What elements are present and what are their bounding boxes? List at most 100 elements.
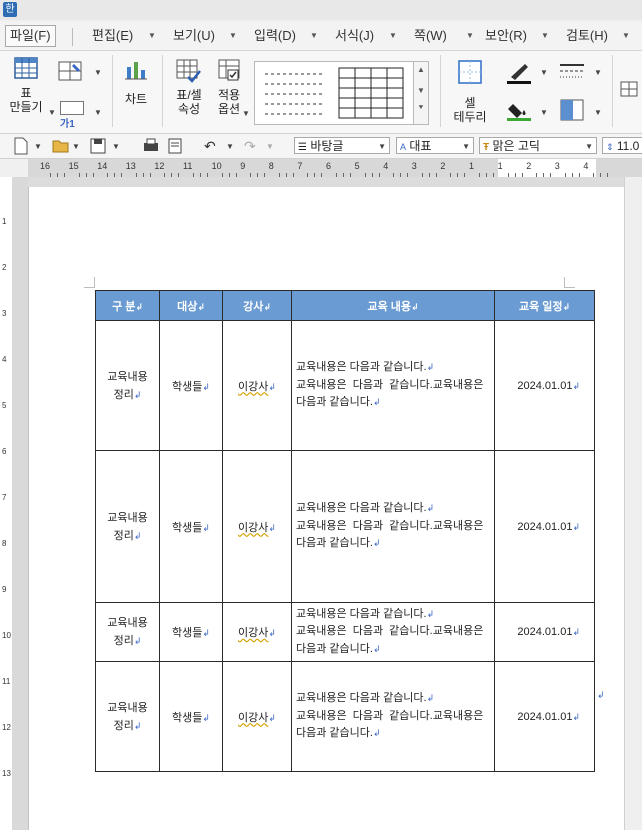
chevron-down-icon[interactable]: ▼ [94, 108, 102, 117]
style-icon: ☰ [298, 142, 307, 153]
cell-border-button[interactable]: 셀 테두리 [448, 59, 492, 124]
menu-edit[interactable]: 편집(E) [92, 26, 133, 46]
fill-color-icon[interactable] [505, 98, 533, 122]
table-style-icon[interactable] [58, 61, 84, 83]
menu-file[interactable]: 파일(F) [5, 25, 56, 47]
cell-instructor[interactable]: 이강사↲ [222, 450, 292, 603]
line-style-icon[interactable] [558, 61, 586, 83]
vruler-label: 12 [2, 723, 11, 732]
cell-target[interactable]: 학생들↲ [159, 320, 223, 451]
ruler-label: 15 [68, 161, 79, 171]
chevron-down-icon[interactable]: ▼ [310, 26, 318, 46]
vertical-scrollbar[interactable] [624, 177, 642, 830]
cell-date[interactable]: 2024.01.01↲ [494, 320, 595, 451]
cell-style-box[interactable] [60, 101, 84, 115]
chevron-down-icon[interactable]: ▼ [622, 26, 630, 46]
cell-split-icon[interactable] [560, 99, 586, 123]
horizontal-ruler[interactable]: 16 15 14 13 12 11 10 9 8 7 6 5 4 3 2 1 1 2 3 4 [28, 159, 642, 178]
cell-content[interactable]: 교육내용은 다음과 같습니다.↲ 교육내용은 다음과 같습니다.교육내용은 다음과 … [291, 320, 495, 451]
cell-instructor[interactable]: 이강사↲ [222, 320, 292, 451]
cell-target[interactable]: 학생들↲ [159, 450, 223, 603]
gallery-scroll[interactable]: ▲ ▼ ⯆ [413, 61, 429, 125]
language-select[interactable]: A 대표 ▼ [396, 137, 474, 154]
cell-target[interactable]: 학생들↲ [159, 661, 223, 772]
new-document-icon[interactable] [14, 137, 28, 155]
style-select[interactable]: ☰ 바탕글 ▼ [294, 137, 390, 154]
chevron-down-icon[interactable]: ▼ [148, 26, 156, 46]
cell-category[interactable]: 교육내용 정리↲ [95, 320, 160, 451]
chevron-down-icon[interactable]: ▼ [541, 26, 549, 46]
left-gutter [12, 177, 28, 830]
hwp-app-icon[interactable]: 한 [3, 2, 17, 17]
cell-category[interactable]: 교육내용 정리↲ [95, 450, 160, 603]
vruler-label: 9 [2, 585, 7, 594]
menu-security[interactable]: 보안(R) [485, 26, 527, 46]
menu-insert[interactable]: 입력(D) [254, 26, 296, 46]
cell-target[interactable]: 학생들↲ [159, 602, 223, 662]
chart-label: 차트 [124, 92, 148, 106]
redo-icon[interactable]: ↷ [244, 137, 256, 155]
ruler-label: 3 [411, 161, 417, 171]
table-make-button[interactable]: 표 만들기 [5, 57, 47, 114]
open-folder-icon[interactable] [52, 137, 70, 155]
ruler-label: 14 [97, 161, 108, 171]
cell-instructor[interactable]: 이강사↲ [222, 661, 292, 772]
save-icon[interactable] [90, 137, 106, 155]
cell-date[interactable]: 2024.01.01↲ [494, 661, 595, 772]
chevron-down-icon[interactable]: ▼ [266, 142, 274, 151]
header-category[interactable]: 구 분↲ [95, 290, 160, 321]
chevron-down-icon[interactable]: ▼ [242, 109, 250, 118]
chevron-down-icon[interactable]: ▼ [229, 26, 237, 46]
chevron-down-icon[interactable]: ▼ [34, 142, 42, 151]
chevron-down-icon[interactable]: ▼ [48, 108, 56, 117]
header-content[interactable]: 교육 내용↲ [291, 290, 495, 321]
gallery-up-icon[interactable]: ▲ [414, 65, 428, 74]
font-select[interactable]: Ŧ 맑은 고딕 ▼ [479, 137, 597, 154]
cell-content[interactable]: 교육내용은 다음과 같습니다.↲ 교육내용은 다음과 같습니다.교육내용은 다음과 … [291, 602, 495, 662]
table-more-icon[interactable] [620, 81, 640, 99]
chevron-down-icon[interactable]: ▼ [466, 26, 474, 46]
font-size-select[interactable]: ⇕ 11.0 [602, 137, 642, 154]
cell-category[interactable]: 교육내용 정리↲ [95, 602, 160, 662]
cell-border-label: 셀 테두리 [453, 96, 487, 124]
education-table[interactable]: 구 분↲ 대상↲ 강사↲ 교육 내용↲ 교육 일정↲ 교육내용 정리↲ 학생들↲ 이… [95, 290, 595, 772]
vruler-label: 3 [2, 309, 7, 318]
gallery-down-icon[interactable]: ▼ [414, 86, 428, 95]
chevron-down-icon[interactable]: ▼ [594, 108, 602, 117]
table-cell-props-button[interactable]: 표/셀 속성 [170, 59, 208, 116]
print-preview-icon[interactable] [167, 137, 183, 155]
chart-button[interactable]: 차트 [118, 59, 154, 106]
cell-category[interactable]: 교육내용 정리↲ [95, 661, 160, 772]
cell-instructor[interactable]: 이강사↲ [222, 602, 292, 662]
menu-page[interactable]: 쪽(W) [414, 26, 447, 46]
header-target[interactable]: 대상↲ [159, 290, 223, 321]
gallery-more-icon[interactable]: ⯆ [414, 103, 428, 113]
header-schedule[interactable]: 교육 일정↲ [494, 290, 595, 321]
ruler-label: 6 [326, 161, 332, 171]
cell-date[interactable]: 2024.01.01↲ [494, 450, 595, 603]
chevron-down-icon[interactable]: ▼ [94, 68, 102, 77]
chevron-down-icon[interactable]: ▼ [112, 142, 120, 151]
apply-options-button[interactable]: 적용 옵션 [210, 59, 248, 116]
header-instructor[interactable]: 강사↲ [222, 290, 292, 321]
chevron-down-icon[interactable]: ▼ [72, 142, 80, 151]
cell-content[interactable]: 교육내용은 다음과 같습니다.↲ 교육내용은 다음과 같습니다.교육내용은 다음과 … [291, 661, 495, 772]
cell-content[interactable]: 교육내용은 다음과 같습니다.↲ 교육내용은 다음과 같습니다.교육내용은 다음과 … [291, 450, 495, 603]
print-icon[interactable] [143, 137, 159, 155]
undo-icon[interactable]: ↶ [204, 137, 216, 155]
chevron-down-icon[interactable]: ▼ [389, 26, 397, 46]
ruler-label: 4 [583, 161, 589, 171]
chevron-down-icon[interactable]: ▼ [594, 68, 602, 77]
chevron-down-icon[interactable]: ▼ [540, 68, 548, 77]
chevron-down-icon[interactable]: ▼ [226, 142, 234, 151]
table-style-gallery[interactable] [254, 61, 416, 125]
cell-date[interactable]: 2024.01.01↲ [494, 602, 595, 662]
menu-review[interactable]: 검토(H) [566, 26, 608, 46]
ruler-label: 7 [297, 161, 303, 171]
ruler-label: 16 [40, 161, 51, 171]
ruler-margin-right [596, 159, 642, 177]
menu-format[interactable]: 서식(J) [335, 26, 374, 46]
line-color-icon[interactable] [505, 61, 533, 85]
menu-view[interactable]: 보기(U) [173, 26, 215, 46]
chevron-down-icon[interactable]: ▼ [540, 108, 548, 117]
